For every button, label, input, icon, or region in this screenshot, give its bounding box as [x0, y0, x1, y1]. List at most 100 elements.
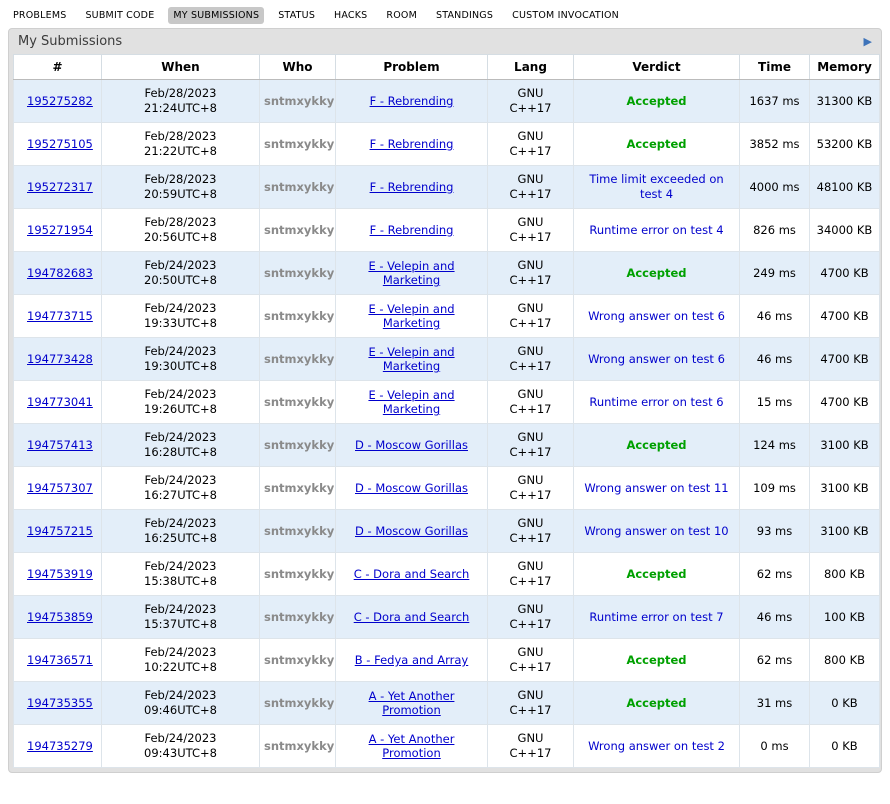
submission-when-cell: Feb/24/2023 16:28UTC+8	[102, 424, 260, 467]
submission-id-link[interactable]: 194773428	[27, 352, 93, 366]
problem-link[interactable]: D - Moscow Gorillas	[355, 524, 468, 538]
submission-row: 195271954 Feb/28/2023 20:56UTC+8 sntmxyk…	[14, 209, 880, 252]
submission-id-link[interactable]: 194757413	[27, 438, 93, 452]
submission-verdict-cell: Time limit exceeded on test 4	[574, 166, 740, 209]
submission-date: Feb/24/2023	[106, 645, 255, 660]
problem-link[interactable]: E - Velepin and Marketing	[368, 345, 454, 373]
time-consumed-cell: 31 ms	[740, 682, 810, 725]
submission-id-link[interactable]: 194782683	[27, 266, 93, 280]
submission-who-cell: sntmxykky	[260, 596, 336, 639]
submission-when-cell: Feb/24/2023 09:43UTC+8	[102, 725, 260, 768]
submission-id-link[interactable]: 194735279	[27, 739, 93, 753]
nav-item[interactable]: MY SUBMISSIONS	[168, 7, 264, 24]
submission-id-link[interactable]: 194773041	[27, 395, 93, 409]
problem-link[interactable]: A - Yet Another Promotion	[369, 689, 455, 717]
submission-who-cell: sntmxykky	[260, 209, 336, 252]
user-handle-link[interactable]: sntmxykky	[264, 352, 334, 366]
nav-item[interactable]: STANDINGS	[431, 7, 498, 24]
expand-arrow-icon[interactable]: ▶	[864, 36, 872, 47]
user-handle-link[interactable]: sntmxykky	[264, 94, 334, 108]
problem-link[interactable]: C - Dora and Search	[354, 610, 470, 624]
submission-problem-cell: F - Rebrending	[336, 166, 488, 209]
submission-id-link[interactable]: 194757215	[27, 524, 93, 538]
problem-link[interactable]: E - Velepin and Marketing	[368, 302, 454, 330]
timezone-label: UTC+8	[177, 660, 217, 674]
problem-link[interactable]: D - Moscow Gorillas	[355, 438, 468, 452]
submission-verdict-cell: Accepted	[574, 123, 740, 166]
problem-link[interactable]: B - Fedya and Array	[355, 653, 468, 667]
submission-problem-cell: E - Velepin and Marketing	[336, 381, 488, 424]
submission-time: 21:22UTC+8	[106, 144, 255, 159]
timezone-label: UTC+8	[177, 101, 217, 115]
submission-id-link[interactable]: 195275105	[27, 137, 93, 151]
submission-lang-cell: GNU C++17	[488, 123, 574, 166]
timezone-label: UTC+8	[177, 445, 217, 459]
user-handle-link[interactable]: sntmxykky	[264, 653, 334, 667]
submission-id-cell: 194753859	[14, 596, 102, 639]
submission-when-cell: Feb/24/2023 20:50UTC+8	[102, 252, 260, 295]
problem-link[interactable]: E - Velepin and Marketing	[368, 388, 454, 416]
user-handle-link[interactable]: sntmxykky	[264, 567, 334, 581]
user-handle-link[interactable]: sntmxykky	[264, 438, 334, 452]
nav-item[interactable]: CUSTOM INVOCATION	[507, 7, 624, 24]
verdict-label: Runtime error on test 6	[589, 395, 723, 410]
problem-link[interactable]: A - Yet Another Promotion	[369, 732, 455, 760]
problem-link[interactable]: C - Dora and Search	[354, 567, 470, 581]
submission-date: Feb/24/2023	[106, 731, 255, 746]
nav-item[interactable]: STATUS	[273, 7, 320, 24]
user-handle-link[interactable]: sntmxykky	[264, 696, 334, 710]
submission-problem-cell: A - Yet Another Promotion	[336, 682, 488, 725]
submission-who-cell: sntmxykky	[260, 80, 336, 123]
nav-item[interactable]: HACKS	[329, 7, 372, 24]
memory-consumed-cell: 3100 KB	[810, 424, 880, 467]
submission-id-cell: 194753919	[14, 553, 102, 596]
time-consumed-cell: 46 ms	[740, 295, 810, 338]
submission-id-link[interactable]: 194773715	[27, 309, 93, 323]
submission-id-link[interactable]: 194736571	[27, 653, 93, 667]
nav-item[interactable]: PROBLEMS	[8, 7, 71, 24]
submission-who-cell: sntmxykky	[260, 166, 336, 209]
timezone-label: UTC+8	[177, 746, 217, 760]
submission-id-cell: 194757307	[14, 467, 102, 510]
timezone-label: UTC+8	[177, 230, 217, 244]
user-handle-link[interactable]: sntmxykky	[264, 395, 334, 409]
user-handle-link[interactable]: sntmxykky	[264, 481, 334, 495]
user-handle-link[interactable]: sntmxykky	[264, 610, 334, 624]
problem-link[interactable]: F - Rebrending	[370, 137, 454, 151]
problem-link[interactable]: E - Velepin and Marketing	[368, 259, 454, 287]
submission-id-link[interactable]: 194735355	[27, 696, 93, 710]
problem-link[interactable]: F - Rebrending	[370, 94, 454, 108]
problem-link[interactable]: F - Rebrending	[370, 223, 454, 237]
submission-when-cell: Feb/24/2023 16:27UTC+8	[102, 467, 260, 510]
nav-item[interactable]: ROOM	[381, 7, 422, 24]
submission-row: 194773428 Feb/24/2023 19:30UTC+8 sntmxyk…	[14, 338, 880, 381]
submission-id-link[interactable]: 195272317	[27, 180, 93, 194]
col-header-problem: Problem	[336, 55, 488, 80]
timezone-label: UTC+8	[177, 531, 217, 545]
submission-id-link[interactable]: 194757307	[27, 481, 93, 495]
problem-link[interactable]: D - Moscow Gorillas	[355, 481, 468, 495]
user-handle-link[interactable]: sntmxykky	[264, 137, 334, 151]
nav-item[interactable]: SUBMIT CODE	[80, 7, 159, 24]
user-handle-link[interactable]: sntmxykky	[264, 739, 334, 753]
submission-time: 19:26UTC+8	[106, 402, 255, 417]
submission-id-link[interactable]: 195275282	[27, 94, 93, 108]
submission-when-cell: Feb/24/2023 19:26UTC+8	[102, 381, 260, 424]
user-handle-link[interactable]: sntmxykky	[264, 524, 334, 538]
user-handle-link[interactable]: sntmxykky	[264, 180, 334, 194]
user-handle-link[interactable]: sntmxykky	[264, 266, 334, 280]
user-handle-link[interactable]: sntmxykky	[264, 309, 334, 323]
col-header-time: Time	[740, 55, 810, 80]
col-header-number: #	[14, 55, 102, 80]
submission-verdict-cell: Runtime error on test 6	[574, 381, 740, 424]
problem-link[interactable]: F - Rebrending	[370, 180, 454, 194]
submission-date: Feb/24/2023	[106, 559, 255, 574]
submission-id-cell: 194773715	[14, 295, 102, 338]
user-handle-link[interactable]: sntmxykky	[264, 223, 334, 237]
submission-lang-cell: GNU C++17	[488, 381, 574, 424]
verdict-label: Accepted	[626, 653, 686, 668]
submission-id-cell: 194782683	[14, 252, 102, 295]
submission-id-link[interactable]: 195271954	[27, 223, 93, 237]
submission-id-link[interactable]: 194753859	[27, 610, 93, 624]
submission-id-link[interactable]: 194753919	[27, 567, 93, 581]
